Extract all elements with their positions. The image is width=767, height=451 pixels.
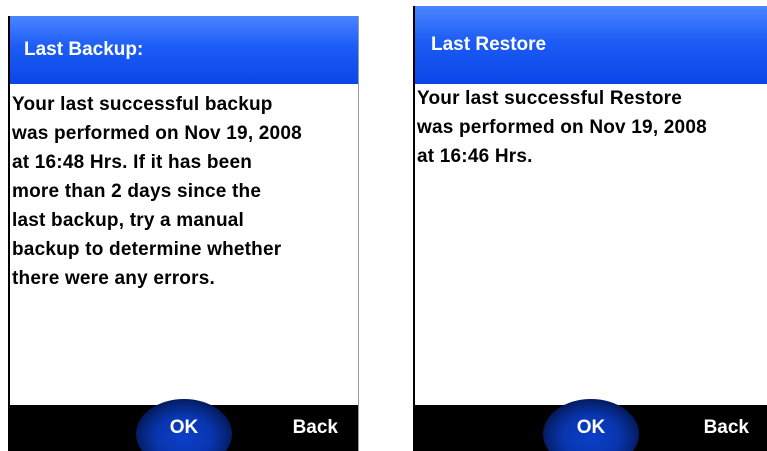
last-restore-screen: Last Restore Your last successful Restor… <box>413 6 767 451</box>
screen-title: Last Restore <box>431 34 547 55</box>
softkey-bar: OK Back <box>10 399 358 451</box>
ok-button[interactable]: OK <box>577 405 606 451</box>
softkey-bar: OK Back <box>415 399 767 451</box>
ok-button[interactable]: OK <box>170 405 199 451</box>
backup-message: Your last successful backup was performe… <box>12 94 302 289</box>
back-button[interactable]: Back <box>293 405 338 451</box>
title-bar: Last Restore <box>415 6 767 84</box>
restore-message: Your last successful Restore was perform… <box>417 88 707 167</box>
back-button[interactable]: Back <box>704 405 749 451</box>
last-backup-screen: Last Backup: Your last successful backup… <box>8 16 359 451</box>
screen-title: Last Backup: <box>24 39 144 60</box>
title-bar: Last Backup: <box>10 16 358 84</box>
